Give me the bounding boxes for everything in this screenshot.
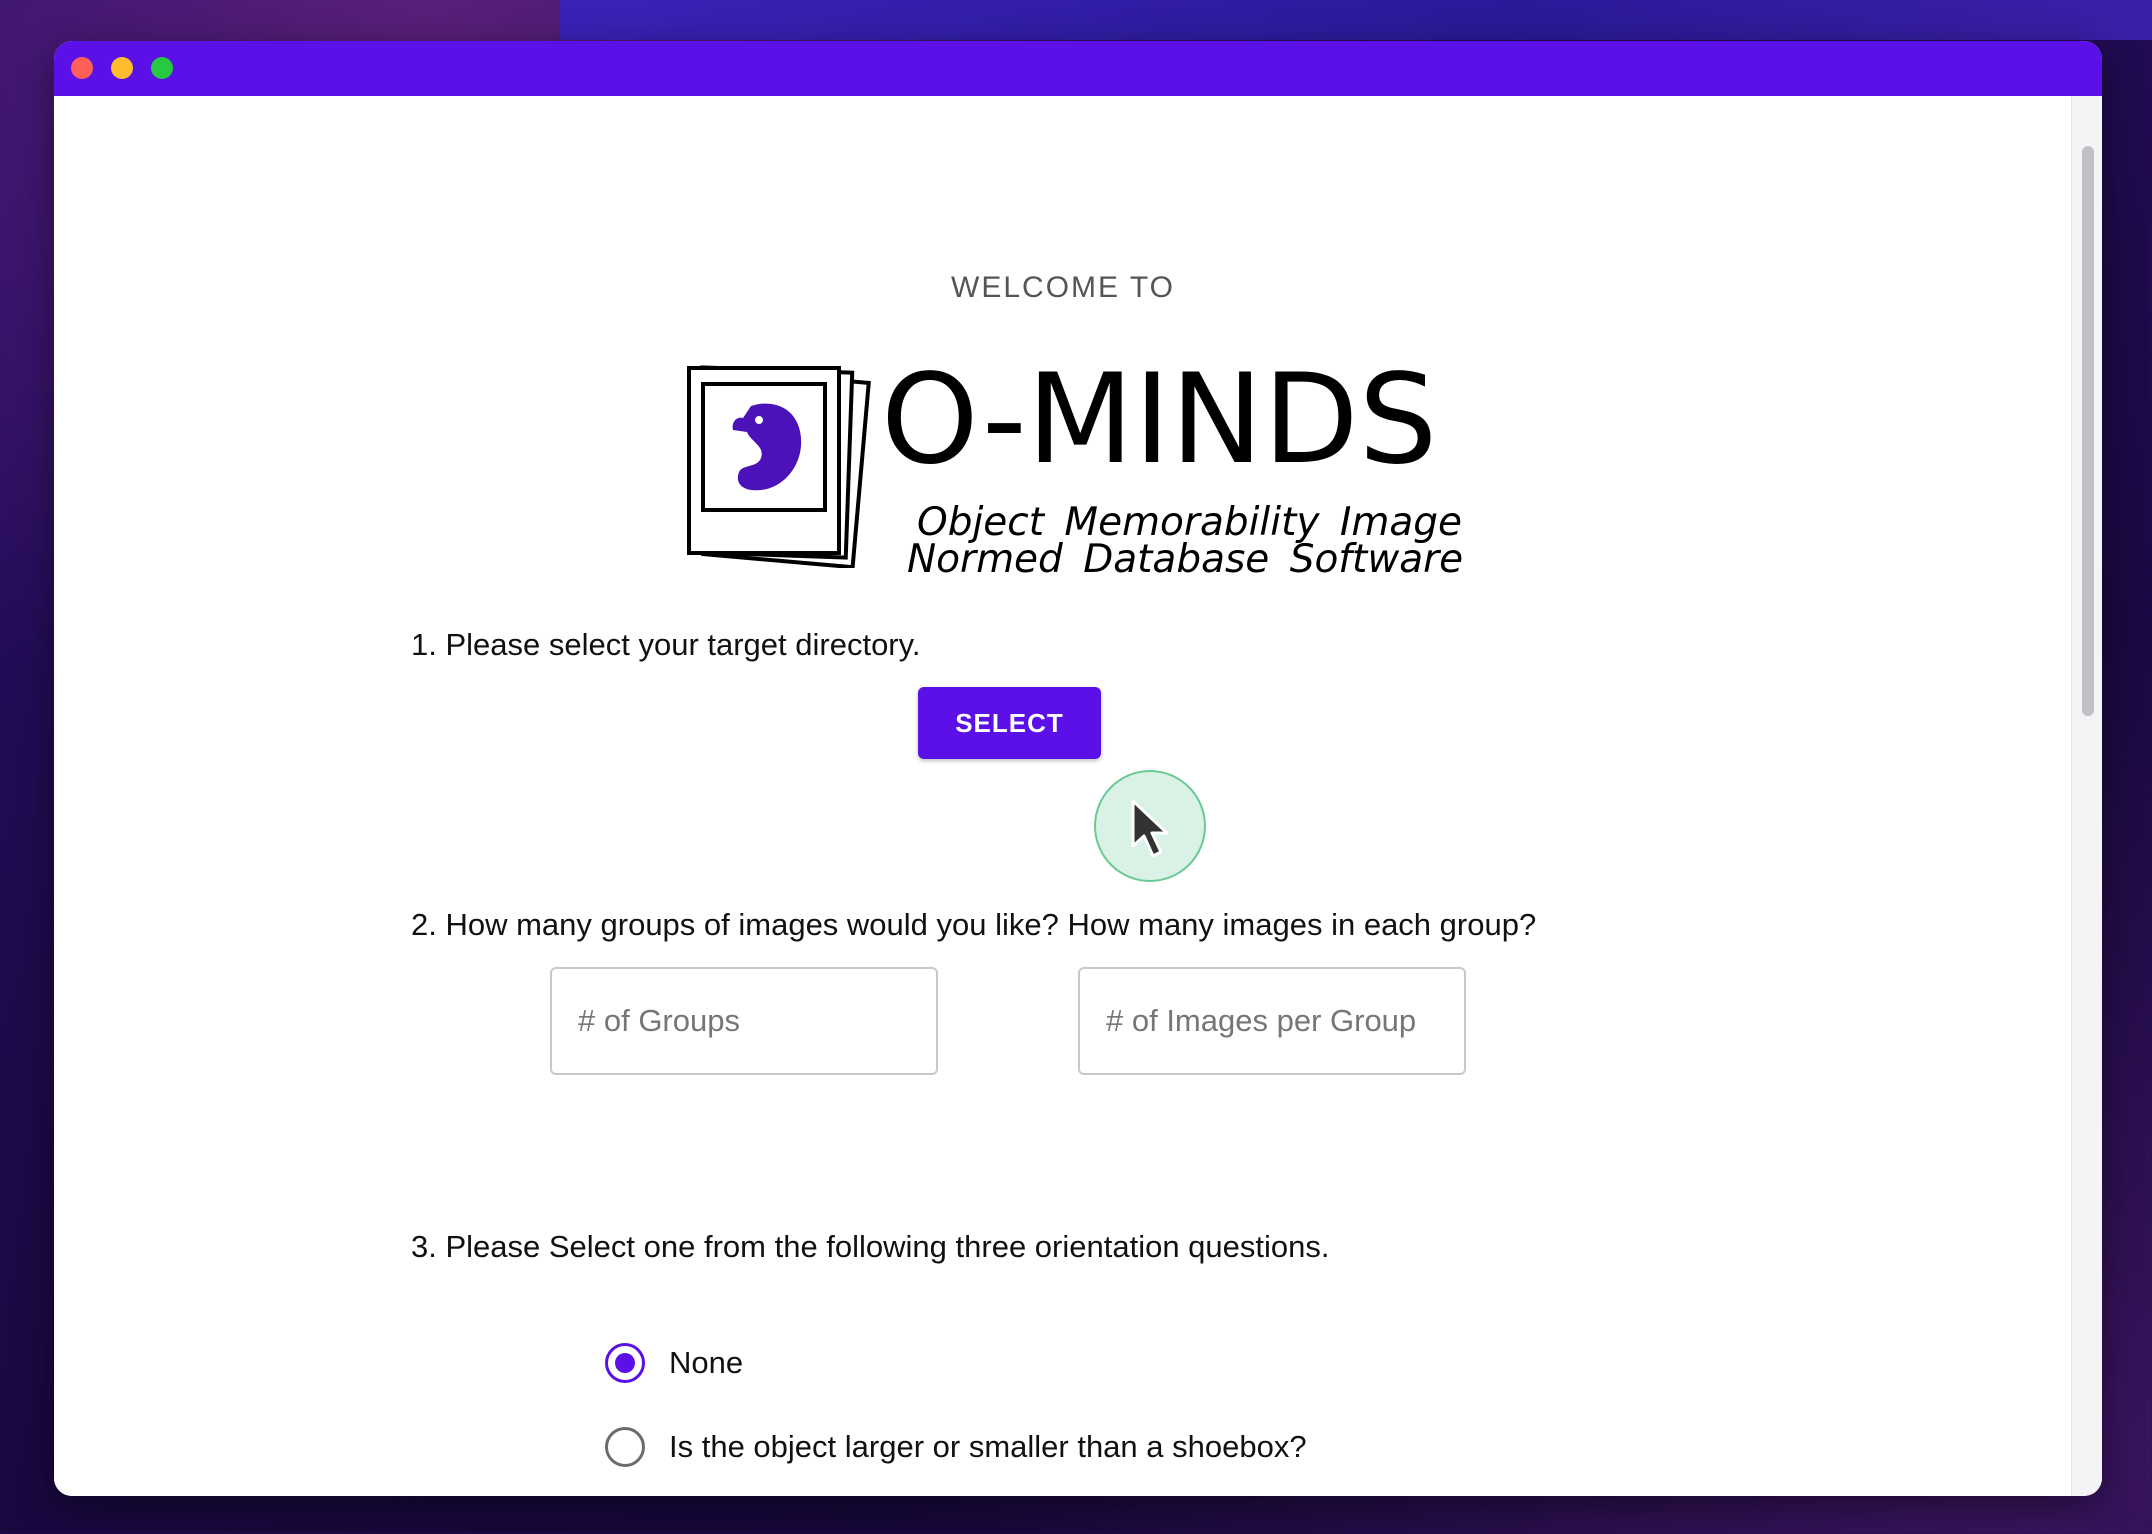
orientation-option-none[interactable]: None (605, 1341, 743, 1385)
window-maximize-button[interactable] (151, 57, 173, 79)
images-per-group-input[interactable] (1078, 967, 1466, 1075)
radio-button-checked[interactable] (605, 1343, 645, 1383)
window-close-button[interactable] (71, 57, 93, 79)
radio-button-unchecked[interactable] (605, 1427, 645, 1467)
radio-label: None (669, 1345, 744, 1380)
select-directory-button[interactable]: SELECT (918, 687, 1101, 759)
groups-count-input[interactable] (550, 967, 938, 1075)
step1-question: 1. Please select your target directory. (411, 627, 921, 662)
logo-title: O-MINDS (881, 348, 1438, 492)
welcome-heading: WELCOME TO (951, 271, 1175, 304)
title-bar (54, 41, 2102, 96)
radio-label: Is the object larger or smaller than a s… (669, 1429, 1307, 1464)
desktop-wallpaper (560, 0, 2152, 40)
app-window: WELCOME TO O-MINDS Object Memorability I… (54, 41, 2102, 1496)
step3-question: 3. Please Select one from the following … (411, 1229, 1330, 1264)
step2-question: 2. How many groups of images would you l… (411, 907, 1537, 942)
logo-subtitle-line2: Normed Database Software (907, 537, 1464, 582)
vertical-scrollbar[interactable] (2071, 96, 2102, 1496)
main-content: WELCOME TO O-MINDS Object Memorability I… (54, 96, 2072, 1496)
scrollbar-thumb[interactable] (2082, 146, 2094, 716)
window-minimize-button[interactable] (111, 57, 133, 79)
app-logo: O-MINDS Object Memorability Image Normed… (681, 348, 1481, 623)
seahorse-photo-stack-icon (687, 365, 871, 568)
orientation-option-shoebox[interactable]: Is the object larger or smaller than a s… (605, 1425, 1307, 1469)
